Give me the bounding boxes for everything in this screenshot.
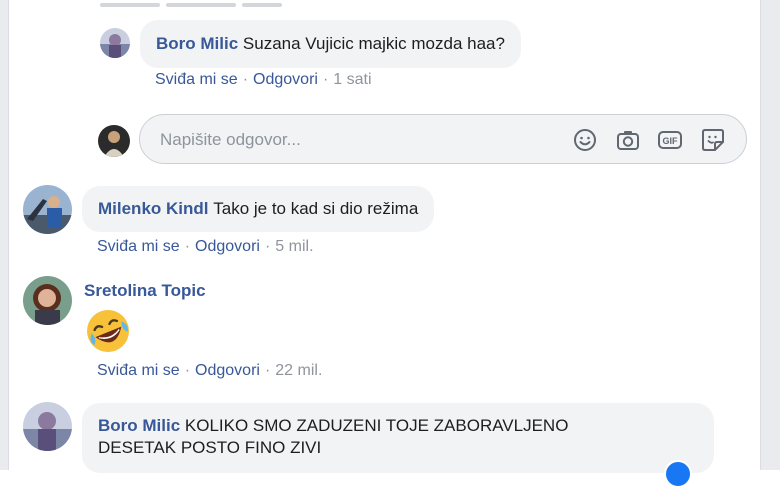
separator: ·: [322, 71, 329, 88]
gif-icon[interactable]: GIF: [657, 127, 683, 153]
separator: ·: [264, 238, 271, 255]
avatar[interactable]: [100, 28, 130, 58]
laughing-emoji-icon: [84, 307, 132, 355]
svg-text:GIF: GIF: [663, 136, 679, 146]
comment-actions: Sviđa mi se · Odgovori · 1 sati: [155, 71, 372, 89]
like-button[interactable]: Sviđa mi se: [97, 238, 180, 255]
comment-actions: Sviđa mi se · Odgovori · 5 mil.: [97, 238, 314, 256]
comment-bubble: Boro Milic Suzana Vujicic majkic mozda h…: [140, 20, 521, 68]
current-user-avatar: [98, 125, 130, 157]
reply-button[interactable]: Odgovori: [253, 71, 318, 88]
separator: ·: [184, 362, 191, 379]
comment-text: DESETAK POSTO FINO ZIVI: [98, 438, 322, 457]
reaction-icon[interactable]: [664, 460, 692, 488]
reply-button[interactable]: Odgovori: [195, 238, 260, 255]
comment-text: KOLIKO SMO ZADUZENI TOJE ZABORAVLJENO: [184, 416, 569, 435]
like-button[interactable]: Sviđa mi se: [97, 362, 180, 379]
comment-author[interactable]: Boro Milic: [98, 416, 180, 435]
separator: ·: [264, 362, 271, 379]
comment-author[interactable]: Boro Milic: [156, 33, 238, 55]
separator: ·: [242, 71, 249, 88]
page-frame-left: [0, 0, 8, 470]
comment-bubble: Boro Milic KOLIKO SMO ZADUZENI TOJE ZABO…: [82, 403, 714, 473]
comment-timestamp[interactable]: 22 mil.: [275, 362, 322, 379]
reply-box: GIF: [139, 114, 747, 164]
camera-icon[interactable]: [615, 127, 641, 153]
comment-text: Tako je to kad si dio režima: [213, 199, 419, 218]
separator: ·: [184, 238, 191, 255]
avatar[interactable]: [23, 402, 72, 451]
emoji-icon[interactable]: [572, 127, 598, 153]
frame-divider-left: [8, 0, 9, 470]
reply-button[interactable]: Odgovori: [195, 362, 260, 379]
frame-divider-right: [760, 0, 761, 470]
comment-bubble: Milenko Kindl Tako je to kad si dio reži…: [82, 186, 435, 232]
comment-timestamp[interactable]: 1 sati: [333, 71, 371, 88]
comment-author[interactable]: Milenko Kindl: [98, 198, 209, 220]
comment-timestamp[interactable]: 5 mil.: [275, 238, 313, 255]
like-button[interactable]: Sviđa mi se: [155, 71, 238, 88]
avatar[interactable]: [23, 185, 72, 234]
comment-author[interactable]: Sretolina Topic: [84, 280, 206, 302]
comment-text: Suzana Vujicic majkic mozda haa?: [242, 34, 505, 53]
reply-input[interactable]: [160, 129, 540, 151]
page-frame-right: [760, 0, 780, 470]
avatar[interactable]: [23, 276, 72, 325]
cropped-previous-actions: [100, 0, 330, 7]
sticker-icon[interactable]: [700, 127, 726, 153]
comment-actions: Sviđa mi se · Odgovori · 22 mil.: [97, 362, 322, 380]
